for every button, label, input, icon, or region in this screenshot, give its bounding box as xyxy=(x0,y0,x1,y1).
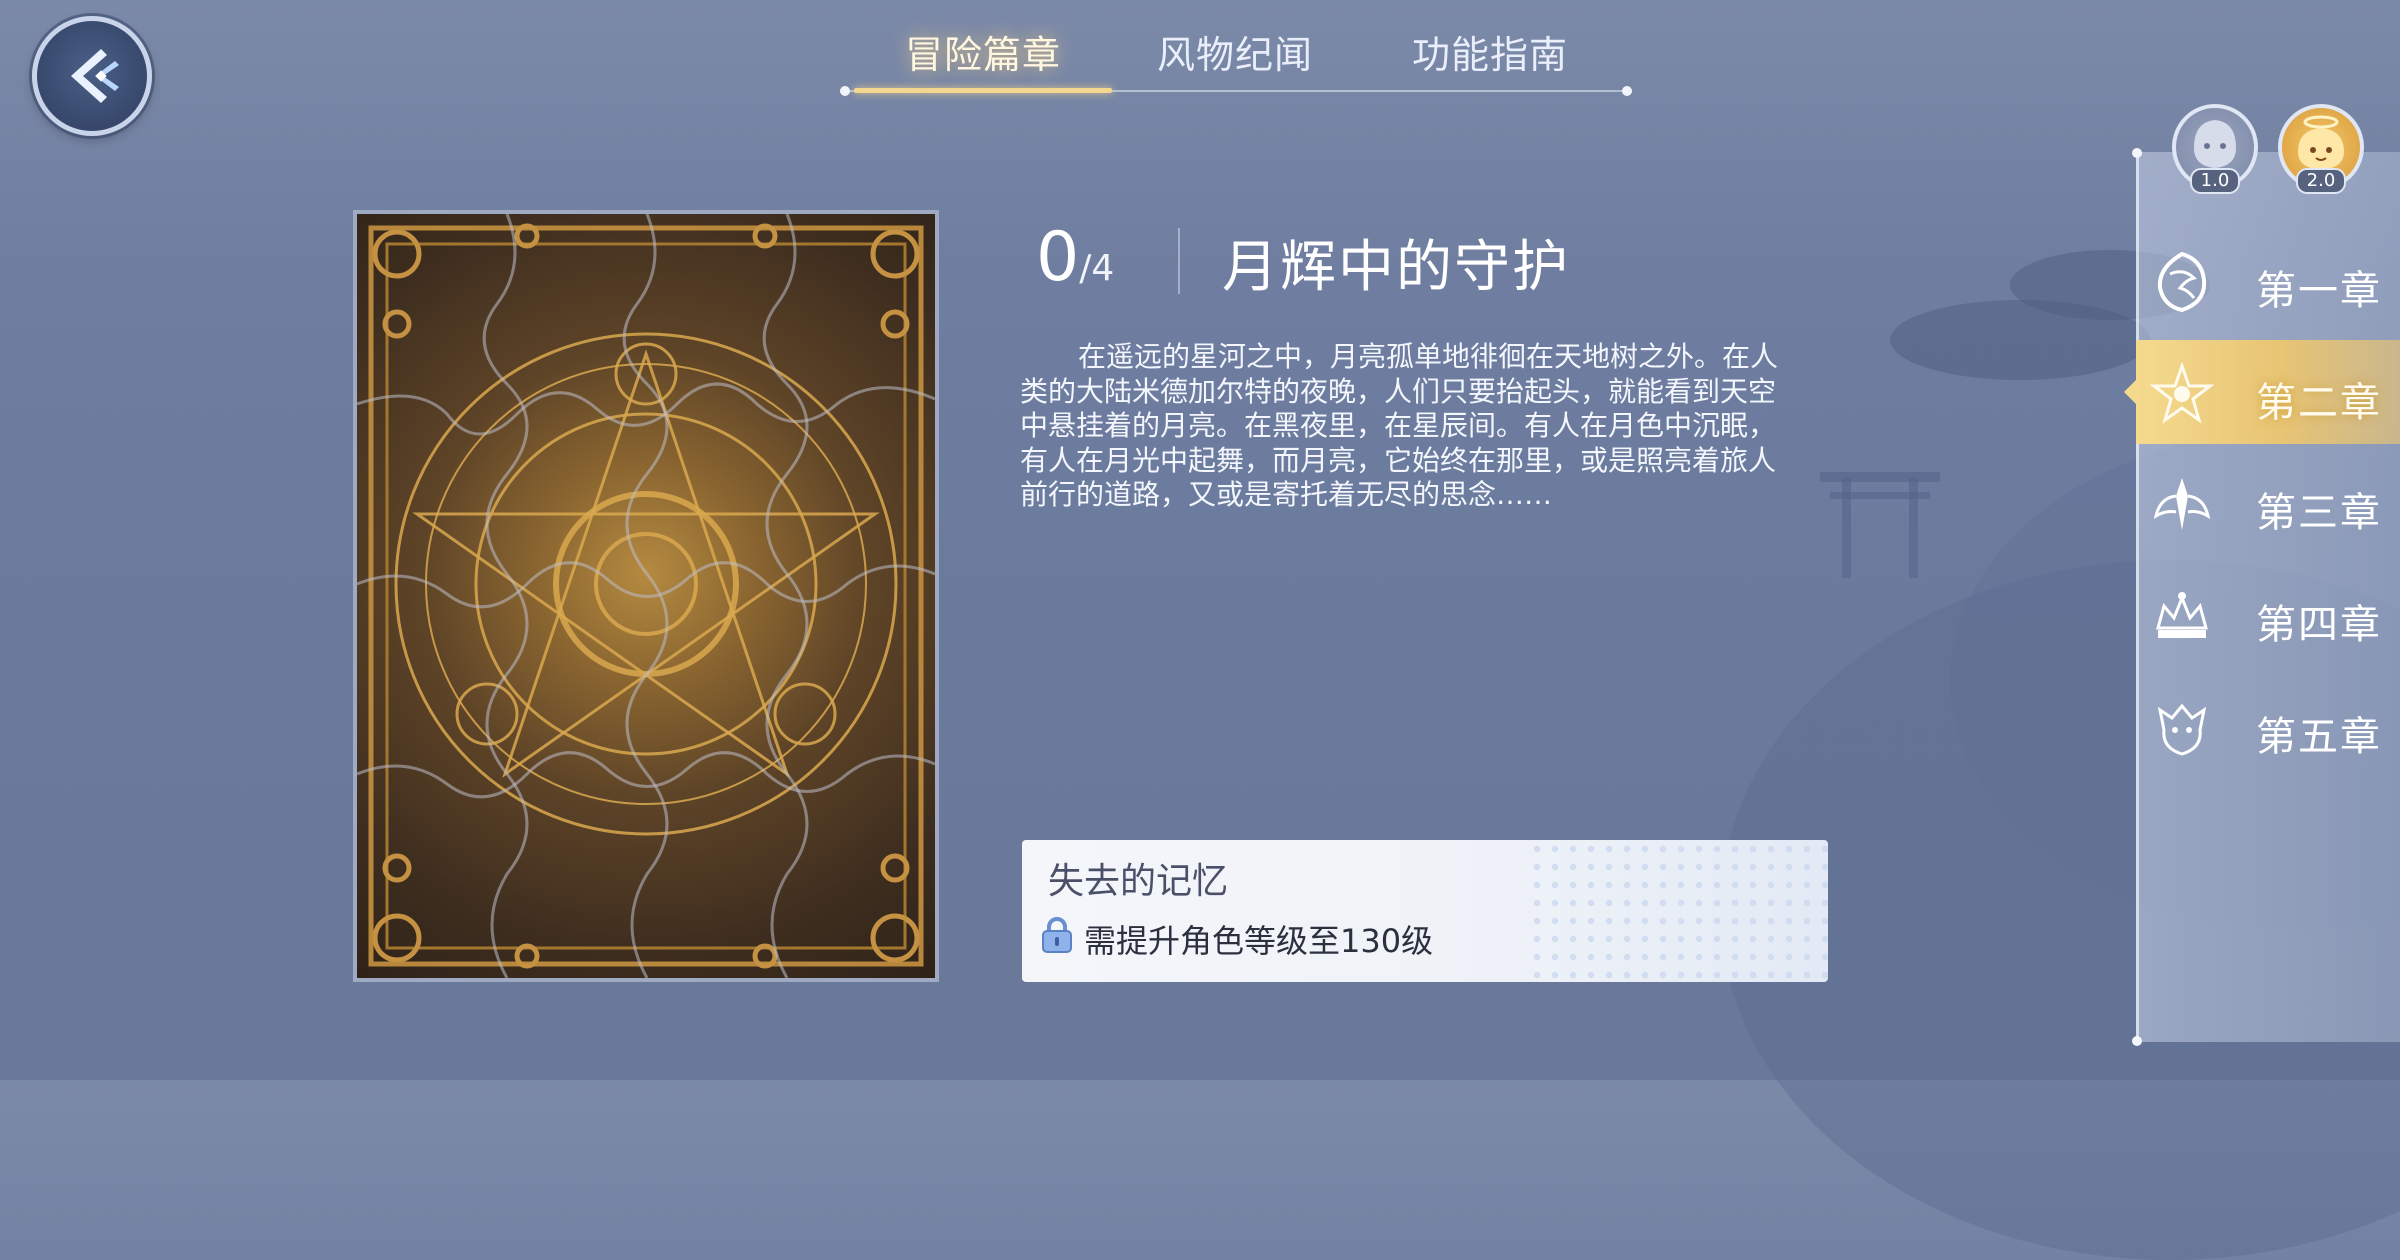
chapter-label: 第五章 xyxy=(2256,714,2382,760)
chapter-label: 第三章 xyxy=(2256,490,2382,536)
chapter-progress: 0/4 xyxy=(1036,218,1114,297)
chapter-item-5[interactable]: 第五章 xyxy=(2136,674,2400,778)
magic-circle-artwork xyxy=(357,214,935,978)
card-dot-pattern xyxy=(1528,840,1828,982)
chapter-title: 月辉中的守护 xyxy=(1222,235,1570,300)
tab-bar-end-dot xyxy=(1622,86,1632,96)
chapter-puzzle-card[interactable] xyxy=(353,210,939,982)
chapter-label: 第四章 xyxy=(2256,602,2382,648)
active-notch xyxy=(2124,380,2136,404)
lost-memory-card[interactable]: 失去的记忆 需提升角色等级至130级 xyxy=(1022,840,1828,982)
title-divider xyxy=(1178,228,1180,294)
progress-current: 0 xyxy=(1036,218,1080,297)
crown-emblem-icon xyxy=(2156,592,2208,638)
memory-card-title: 失去的记忆 xyxy=(1048,861,1229,902)
chapter-item-4[interactable]: 第四章 xyxy=(2136,562,2400,666)
version-label: 2.0 xyxy=(2296,168,2346,194)
tab-active-indicator xyxy=(854,88,1112,93)
memory-requirement: 需提升角色等级至130级 xyxy=(1084,922,1434,960)
version-label: 1.0 xyxy=(2190,168,2240,194)
beast-emblem-icon xyxy=(2157,703,2207,756)
back-arrow-icon xyxy=(71,49,119,103)
star-emblem-icon xyxy=(2150,362,2214,424)
side-rail-dot xyxy=(2132,148,2142,158)
tab-bar-end-dot xyxy=(840,86,850,96)
dragon-emblem-icon xyxy=(2157,251,2207,313)
tab-customs-records[interactable]: 风物纪闻 xyxy=(1157,24,1313,79)
chapter-label: 第一章 xyxy=(2256,268,2382,314)
chapter-label: 第二章 xyxy=(2256,380,2382,426)
back-button[interactable] xyxy=(32,16,152,136)
tab-adventure-chapters[interactable]: 冒险篇章 xyxy=(905,24,1061,79)
top-tab-bar: 冒险篇章 风物纪闻 功能指南 xyxy=(840,0,1632,100)
chapter-item-3[interactable]: 第三章 xyxy=(2136,450,2400,554)
chapter-item-2[interactable]: 第二章 xyxy=(2124,340,2400,444)
progress-total: /4 xyxy=(1079,248,1115,289)
lock-icon xyxy=(1042,917,1072,953)
version-badge-2[interactable]: 2.0 xyxy=(2278,104,2364,194)
chapter-item-1[interactable]: 第一章 xyxy=(2136,228,2400,332)
tab-function-guide[interactable]: 功能指南 xyxy=(1412,24,1568,79)
wing-emblem-icon xyxy=(2153,478,2211,530)
chapter-description: 在遥远的星河之中，月亮孤单地徘徊在天地树之外。在人类的大陆米德加尔特的夜晚，人们… xyxy=(1020,340,1779,511)
version-badge-1[interactable]: 1.0 xyxy=(2172,104,2258,194)
side-rail-dot xyxy=(2132,1036,2142,1046)
